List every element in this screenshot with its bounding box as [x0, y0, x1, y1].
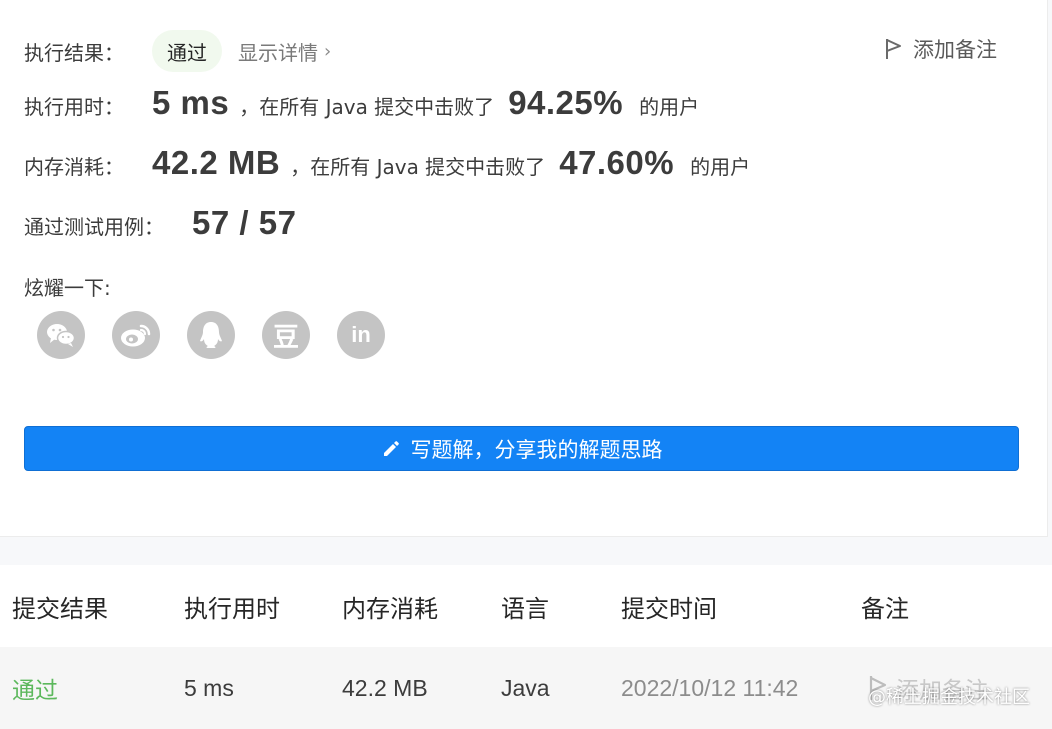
header-note: 备注: [861, 594, 909, 623]
header-time: 提交时间: [621, 594, 717, 623]
linkedin-icon[interactable]: in: [337, 311, 385, 359]
row-time: 2022/10/12 11:42: [621, 674, 799, 701]
share-row: 炫耀一下:: [24, 272, 111, 301]
watermark: @稀土掘金技术社区: [868, 687, 1030, 708]
weibo-icon[interactable]: [112, 311, 160, 359]
memory-value: 42.2 MB: [152, 144, 281, 181]
result-row: 执行结果： 通过 显示详情 ›: [24, 30, 331, 72]
header-status: 提交结果: [12, 594, 108, 623]
row-status-link[interactable]: 通过: [12, 647, 58, 729]
row-language: Java: [501, 674, 550, 701]
flag-icon: [886, 39, 901, 59]
wechat-icon[interactable]: [37, 311, 85, 359]
row-memory: 42.2 MB: [342, 674, 428, 701]
tests-value: 57 / 57: [192, 204, 297, 241]
add-note-label: 添加备注: [913, 38, 997, 62]
runtime-label: 执行用时：: [24, 95, 124, 119]
memory-suffix: 的用户: [690, 155, 751, 179]
runtime-percent: 94.25%: [508, 84, 624, 121]
runtime-mid-text: ，在所有 Java 提交中击败了: [239, 95, 495, 119]
row-runtime: 5 ms: [184, 674, 234, 701]
memory-row: 内存消耗： 42.2 MB ，在所有 Java 提交中击败了 47.60% 的用…: [24, 144, 750, 182]
memory-percent: 47.60%: [559, 144, 675, 181]
add-note-button[interactable]: 添加备注: [885, 34, 997, 64]
pencil-icon: [383, 440, 399, 456]
tests-row: 通过测试用例： 57 / 57: [24, 204, 296, 242]
douban-icon[interactable]: 豆: [262, 311, 310, 359]
write-solution-button[interactable]: 写题解，分享我的解题思路: [24, 426, 1019, 471]
status-badge: 通过: [152, 30, 222, 72]
show-details-link[interactable]: 显示详情 ›: [238, 37, 331, 66]
douban-glyph: 豆: [272, 322, 299, 353]
result-card: 执行结果： 通过 显示详情 › 添加备注 执行用时： 5 ms ，在所有 Jav…: [0, 0, 1048, 537]
chevron-right-icon: ›: [324, 40, 332, 62]
share-icons: 豆 in: [37, 311, 385, 359]
memory-mid-text: ，在所有 Java 提交中击败了: [290, 155, 546, 179]
header-memory: 内存消耗: [342, 594, 438, 623]
show-details-label: 显示详情: [238, 40, 318, 65]
share-label: 炫耀一下:: [24, 276, 111, 300]
linkedin-glyph: in: [351, 322, 371, 347]
write-solution-label: 写题解，分享我的解题思路: [410, 437, 663, 462]
header-runtime: 执行用时: [184, 594, 280, 623]
runtime-value: 5 ms: [152, 84, 230, 121]
result-label: 执行结果：: [24, 40, 124, 65]
runtime-suffix: 的用户: [639, 95, 700, 119]
memory-label: 内存消耗：: [24, 155, 124, 179]
tests-label: 通过测试用例：: [24, 215, 164, 239]
runtime-row: 执行用时： 5 ms ，在所有 Java 提交中击败了 94.25% 的用户: [24, 84, 699, 122]
table-header: 提交结果 执行用时 内存消耗 语言 提交时间 备注: [0, 565, 1052, 647]
qq-icon[interactable]: [187, 311, 235, 359]
header-language: 语言: [501, 594, 549, 623]
